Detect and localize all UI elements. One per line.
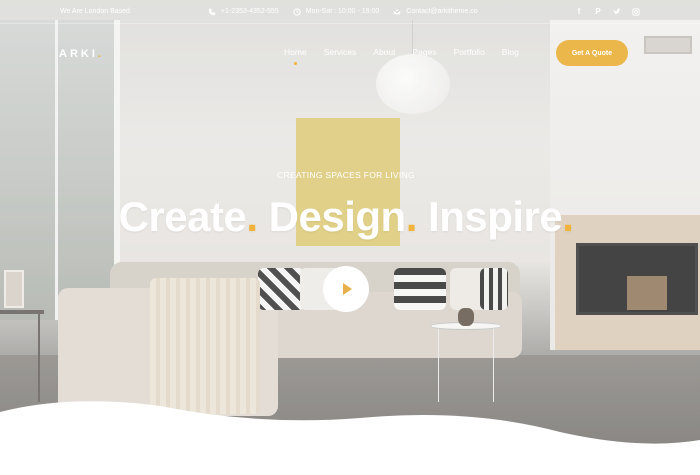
social-links: f P: [575, 7, 640, 16]
headline-dot: .: [405, 193, 418, 240]
instagram-icon[interactable]: [632, 7, 640, 16]
main-menu: Home Services About Pages Portfolio Blog: [284, 47, 536, 65]
site-logo[interactable]: ARKI.: [59, 48, 104, 60]
get-quote-button[interactable]: Get A Quote: [556, 40, 628, 66]
top-bar: We Are London Based +1-2353-4352-555 Mon…: [0, 0, 700, 24]
pinterest-icon[interactable]: P: [594, 7, 602, 16]
email-text: Contact@arkitheme.co: [406, 8, 478, 15]
phone-text: +1-2353-4352-555: [220, 8, 279, 15]
hours-info: Mon-Sat : 10:00 - 19:00: [293, 7, 380, 16]
nav-home[interactable]: Home: [284, 47, 307, 65]
nav-services[interactable]: Services: [324, 47, 357, 57]
headline-word-inspire: Inspire: [428, 193, 563, 240]
nav-about[interactable]: About: [373, 47, 395, 57]
nav-blog[interactable]: Blog: [502, 47, 519, 57]
location-text: We Are London Based: [60, 8, 130, 15]
phone-contact[interactable]: +1-2353-4352-555: [208, 8, 279, 16]
clock-icon: [293, 7, 301, 16]
headline-word-create: Create: [118, 193, 247, 240]
facebook-icon[interactable]: f: [575, 7, 583, 16]
headline-dot: .: [562, 193, 574, 240]
play-icon: [343, 283, 352, 295]
contact-info: +1-2353-4352-555 Mon-Sat : 10:00 - 19:00…: [208, 7, 478, 16]
logo-dot: .: [97, 48, 104, 60]
play-video-button[interactable]: [323, 266, 369, 312]
bottom-wave: [0, 401, 700, 475]
hero-kicker: CREATING SPACES FOR LIVING: [277, 170, 415, 180]
hero-headline: Create. Design. Inspire.: [0, 193, 692, 241]
email-contact[interactable]: Contact@arkitheme.co: [393, 8, 478, 16]
twitter-icon[interactable]: [613, 7, 621, 16]
nav-pages[interactable]: Pages: [413, 47, 437, 57]
nav-portfolio[interactable]: Portfolio: [454, 47, 485, 57]
headline-dot: .: [246, 193, 258, 240]
logo-text: ARKI: [59, 48, 98, 60]
headline-word-design: Design: [268, 193, 407, 240]
mail-icon: [393, 8, 401, 14]
hours-text: Mon-Sat : 10:00 - 19:00: [305, 8, 380, 15]
phone-icon: [208, 8, 216, 15]
hero-section: We Are London Based +1-2353-4352-555 Mon…: [0, 0, 700, 475]
